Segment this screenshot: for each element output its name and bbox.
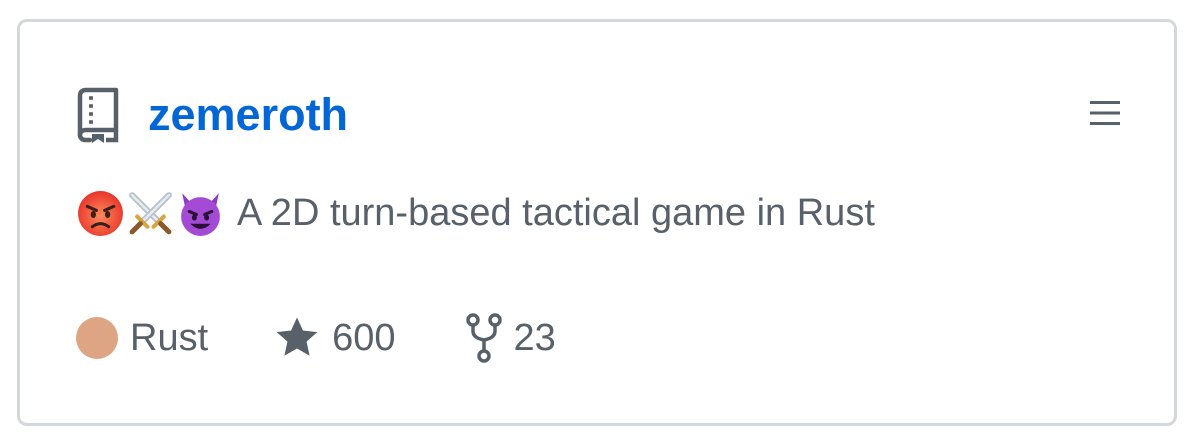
repo-description: A 2D turn-based tactical game in Rust	[76, 185, 875, 241]
repo-header: zemeroth	[76, 86, 348, 144]
star-icon	[276, 317, 318, 356]
language-name: Rust	[130, 317, 209, 359]
crossed-swords-icon	[129, 191, 172, 234]
fork-icon	[465, 313, 502, 363]
forks-count: 23	[513, 317, 556, 359]
hamburger-menu-icon	[1090, 101, 1120, 125]
repo-name-link[interactable]: zemeroth	[148, 86, 348, 144]
repo-meta: Rust 600 23	[76, 310, 556, 366]
repo-book-icon	[77, 87, 119, 143]
stars-count: 600	[332, 317, 396, 359]
repo-card: zemeroth A 2D turn-based tactical game i…	[17, 19, 1177, 426]
language-color-dot	[76, 317, 118, 359]
menu-button[interactable]	[1088, 96, 1122, 130]
description-text: A 2D turn-based tactical game in Rust	[237, 192, 875, 234]
repo-language: Rust	[76, 310, 208, 366]
repo-forks[interactable]: 23	[465, 310, 556, 366]
smiling-imp-icon	[181, 192, 220, 236]
angry-face-icon	[78, 190, 123, 236]
repo-stars[interactable]: 600	[274, 310, 396, 366]
